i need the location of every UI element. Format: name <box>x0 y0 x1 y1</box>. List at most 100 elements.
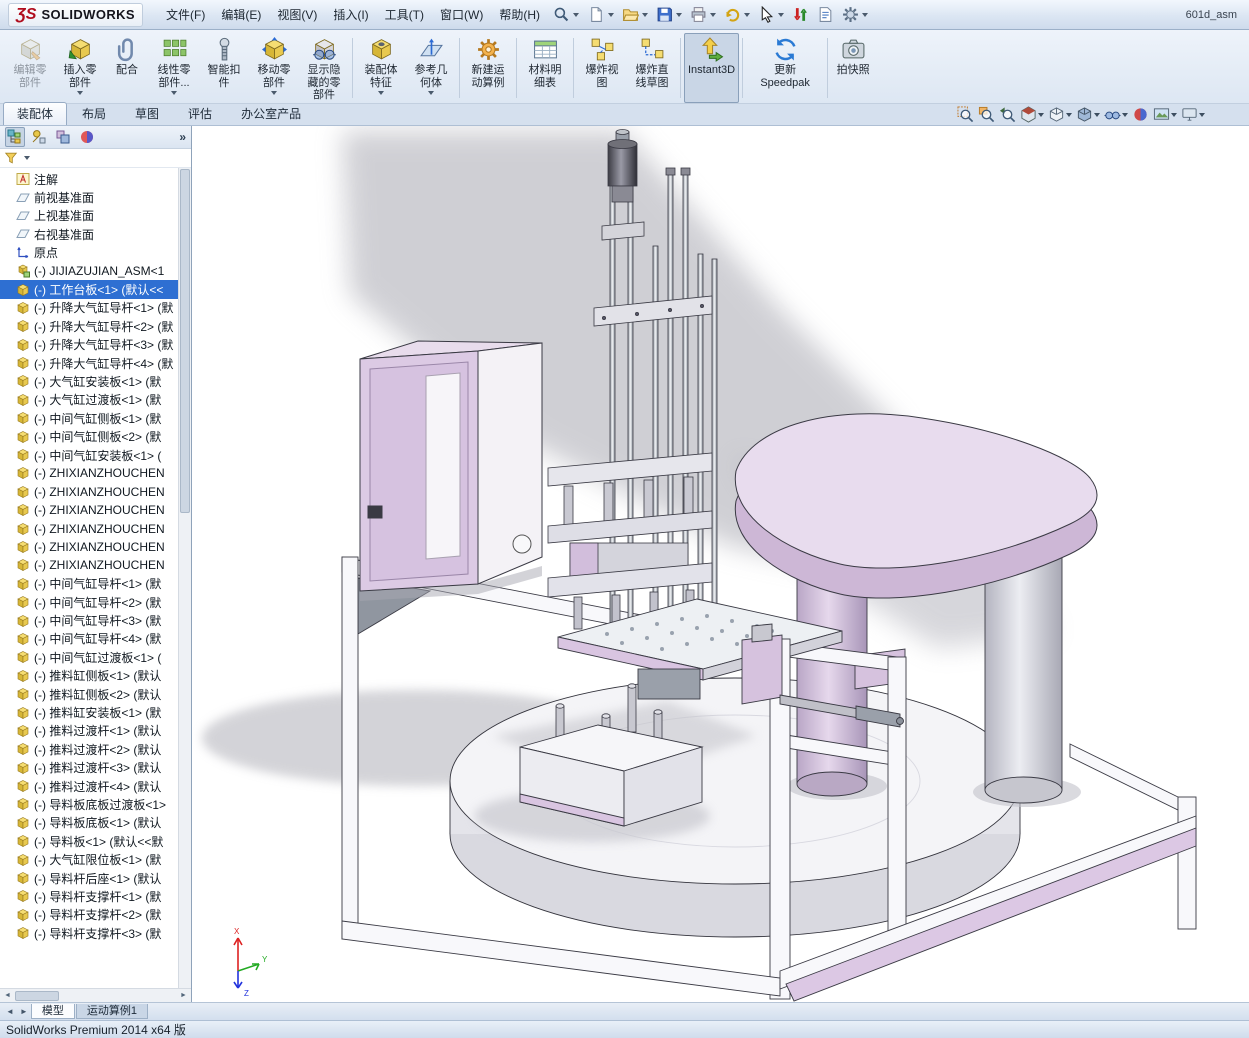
tree-filter-row[interactable] <box>0 149 191 168</box>
tree-item[interactable]: (-) 大气缸安装板<1> (默 <box>0 372 178 390</box>
bottom-tab-model[interactable]: 模型 <box>31 1004 75 1019</box>
menu-item[interactable]: 帮助(H) <box>491 3 548 26</box>
panel-tab-configuration-manager[interactable] <box>53 127 73 147</box>
tree-item[interactable]: (-) 中间气缸导杆<3> (默 <box>0 611 178 629</box>
tree-item[interactable]: (-) 推料缸侧板<2> (默认 <box>0 685 178 703</box>
tree-item[interactable]: (-) ZHIXIANZHOUCHEN <box>0 556 178 574</box>
file-properties-button[interactable] <box>814 4 837 25</box>
ribbon-button-bill-of-materials[interactable]: 材料明细表 <box>520 33 570 103</box>
tree-scrollbar-thumb[interactable] <box>180 169 190 513</box>
zoom-fit-button[interactable] <box>957 106 974 123</box>
tree-hscrollbar-thumb[interactable] <box>15 991 59 1001</box>
select-arrow-button[interactable] <box>755 4 787 25</box>
study-nav-left-icon[interactable]: ◄ <box>3 1007 17 1016</box>
tree-item[interactable]: (-) ZHIXIANZHOUCHEN <box>0 464 178 482</box>
tree-item[interactable]: (-) 大气缸限位板<1> (默 <box>0 850 178 868</box>
tree-item[interactable]: (-) 推料过渡杆<4> (默认 <box>0 777 178 795</box>
previous-view-button[interactable] <box>999 106 1016 123</box>
menu-item[interactable]: 插入(I) <box>325 3 376 26</box>
tree-item[interactable]: (-) 中间气缸侧板<1> (默 <box>0 409 178 427</box>
tree-item[interactable]: (-) 升降大气缸导杆<1> (默 <box>0 299 178 317</box>
tree-item[interactable]: (-) 升降大气缸导杆<2> (默 <box>0 317 178 335</box>
tab-装配体[interactable]: 装配体 <box>3 102 67 125</box>
menu-item[interactable]: 视图(V) <box>269 3 325 26</box>
ribbon-button-take-snapshot[interactable]: 拍快照 <box>831 33 875 103</box>
tree-item[interactable]: (-) 推料过渡杆<3> (默认 <box>0 759 178 777</box>
ribbon-button-smart-fasteners[interactable]: 智能扣件 <box>199 33 249 103</box>
ribbon-button-update-speedpak[interactable]: 更新Speedpak <box>746 33 824 103</box>
rebuild-button[interactable] <box>789 4 812 25</box>
tree-item[interactable]: (-) 工作台板<1> (默认<< <box>0 280 178 298</box>
tree-item[interactable]: (-) JIJIAZUJIAN_ASM<1 <box>0 262 178 280</box>
menu-item[interactable]: 工具(T) <box>377 3 432 26</box>
tree-item[interactable]: (-) 导料板底板<1> (默认 <box>0 814 178 832</box>
tree-item[interactable]: (-) 推料过渡杆<2> (默认 <box>0 740 178 758</box>
menu-item[interactable]: 文件(F) <box>158 3 213 26</box>
tree-item[interactable]: (-) 推料过渡杆<1> (默认 <box>0 722 178 740</box>
tree-item[interactable]: 原点 <box>0 244 178 262</box>
tree-item[interactable]: (-) 推料缸安装板<1> (默 <box>0 703 178 721</box>
undo-button[interactable] <box>721 4 753 25</box>
tree-item[interactable]: (-) 导料杆支撑杆<3> (默 <box>0 924 178 942</box>
tree-item[interactable]: (-) 升降大气缸导杆<3> (默 <box>0 336 178 354</box>
ribbon-button-new-motion-study[interactable]: 新建运动算例 <box>463 33 513 103</box>
edit-appearance-button[interactable] <box>1132 106 1149 123</box>
tree-item[interactable]: (-) ZHIXIANZHOUCHEN <box>0 483 178 501</box>
ribbon-button-linear-component-pattern[interactable]: 线性零部件... <box>149 33 199 103</box>
ribbon-button-instant3d[interactable]: Instant3D <box>684 33 739 103</box>
bottom-tab-motion-study[interactable]: 运动算例1 <box>76 1004 148 1019</box>
options-button[interactable] <box>839 4 871 25</box>
tree-item[interactable]: (-) ZHIXIANZHOUCHEN <box>0 538 178 556</box>
menu-item[interactable]: 编辑(E) <box>213 3 269 26</box>
model-control-cabinet[interactable] <box>360 341 542 601</box>
print-button[interactable] <box>687 4 719 25</box>
menu-item[interactable]: 窗口(W) <box>432 3 491 26</box>
tree-item[interactable]: (-) 中间气缸导杆<4> (默 <box>0 630 178 648</box>
tree-item[interactable]: (-) 升降大气缸导杆<4> (默 <box>0 354 178 372</box>
search-button[interactable] <box>550 4 582 25</box>
tree-item[interactable]: (-) 中间气缸过渡板<1> ( <box>0 648 178 666</box>
ribbon-button-exploded-view[interactable]: 爆炸视图 <box>577 33 627 103</box>
ribbon-button-mate[interactable]: 配合 <box>105 33 149 103</box>
apply-scene-button[interactable] <box>1153 106 1177 123</box>
graphics-viewport[interactable]: X Y Z <box>192 126 1249 1002</box>
panel-tab-dimxpert-manager[interactable] <box>77 127 97 147</box>
tree-horizontal-scrollbar[interactable]: ◄ ► <box>0 988 191 1002</box>
ribbon-button-assembly-features[interactable]: 装配体特征 <box>356 33 406 103</box>
scroll-left-icon[interactable]: ◄ <box>1 990 14 1002</box>
ribbon-button-explode-line-sketch[interactable]: 爆炸直线草图 <box>627 33 677 103</box>
view-settings-button[interactable] <box>1181 106 1205 123</box>
tree-item[interactable]: (-) 大气缸过渡板<1> (默 <box>0 391 178 409</box>
tree-item[interactable]: (-) 导料杆支撑杆<2> (默 <box>0 906 178 924</box>
ribbon-button-reference-geometry[interactable]: 参考几何体 <box>406 33 456 103</box>
scroll-right-icon[interactable]: ► <box>177 990 190 1002</box>
panel-overflow-chevron[interactable]: » <box>179 130 186 144</box>
tab-评估[interactable]: 评估 <box>174 102 226 125</box>
panel-tab-feature-manager[interactable] <box>5 127 25 147</box>
zoom-area-button[interactable] <box>978 106 995 123</box>
ribbon-button-move-component[interactable]: 移动零部件 <box>249 33 299 103</box>
tree-item[interactable]: 上视基准面 <box>0 207 178 225</box>
new-document-button[interactable] <box>585 4 617 25</box>
tree-item[interactable]: (-) 中间气缸导杆<1> (默 <box>0 575 178 593</box>
tree-item[interactable]: 注解 <box>0 170 178 188</box>
display-style-button[interactable] <box>1076 106 1100 123</box>
ribbon-button-show-hidden-components[interactable]: 显示隐藏的零部件 <box>299 33 349 103</box>
ribbon-button-edit-component[interactable]: 编辑零部件 <box>5 33 55 103</box>
section-view-button[interactable] <box>1020 106 1044 123</box>
tree-item[interactable]: (-) 推料缸侧板<1> (默认 <box>0 667 178 685</box>
hide-show-items-button[interactable] <box>1104 106 1128 123</box>
tab-布局[interactable]: 布局 <box>68 102 120 125</box>
tree-item[interactable]: (-) 导料板<1> (默认<<默 <box>0 832 178 850</box>
3d-model[interactable]: X Y Z <box>192 126 1249 1002</box>
tab-办公室产品[interactable]: 办公室产品 <box>227 102 315 125</box>
tree-item[interactable]: 前视基准面 <box>0 188 178 206</box>
ribbon-button-insert-components[interactable]: 插入零部件 <box>55 33 105 103</box>
open-button[interactable] <box>619 4 651 25</box>
study-nav-right-icon[interactable]: ► <box>17 1007 31 1016</box>
panel-tab-property-manager[interactable] <box>29 127 49 147</box>
tree-item[interactable]: (-) 中间气缸导杆<2> (默 <box>0 593 178 611</box>
tree-item[interactable]: (-) 中间气缸安装板<1> ( <box>0 446 178 464</box>
tree-item[interactable]: (-) 导料杆支撑杆<1> (默 <box>0 887 178 905</box>
tree-item[interactable]: (-) ZHIXIANZHOUCHEN <box>0 519 178 537</box>
